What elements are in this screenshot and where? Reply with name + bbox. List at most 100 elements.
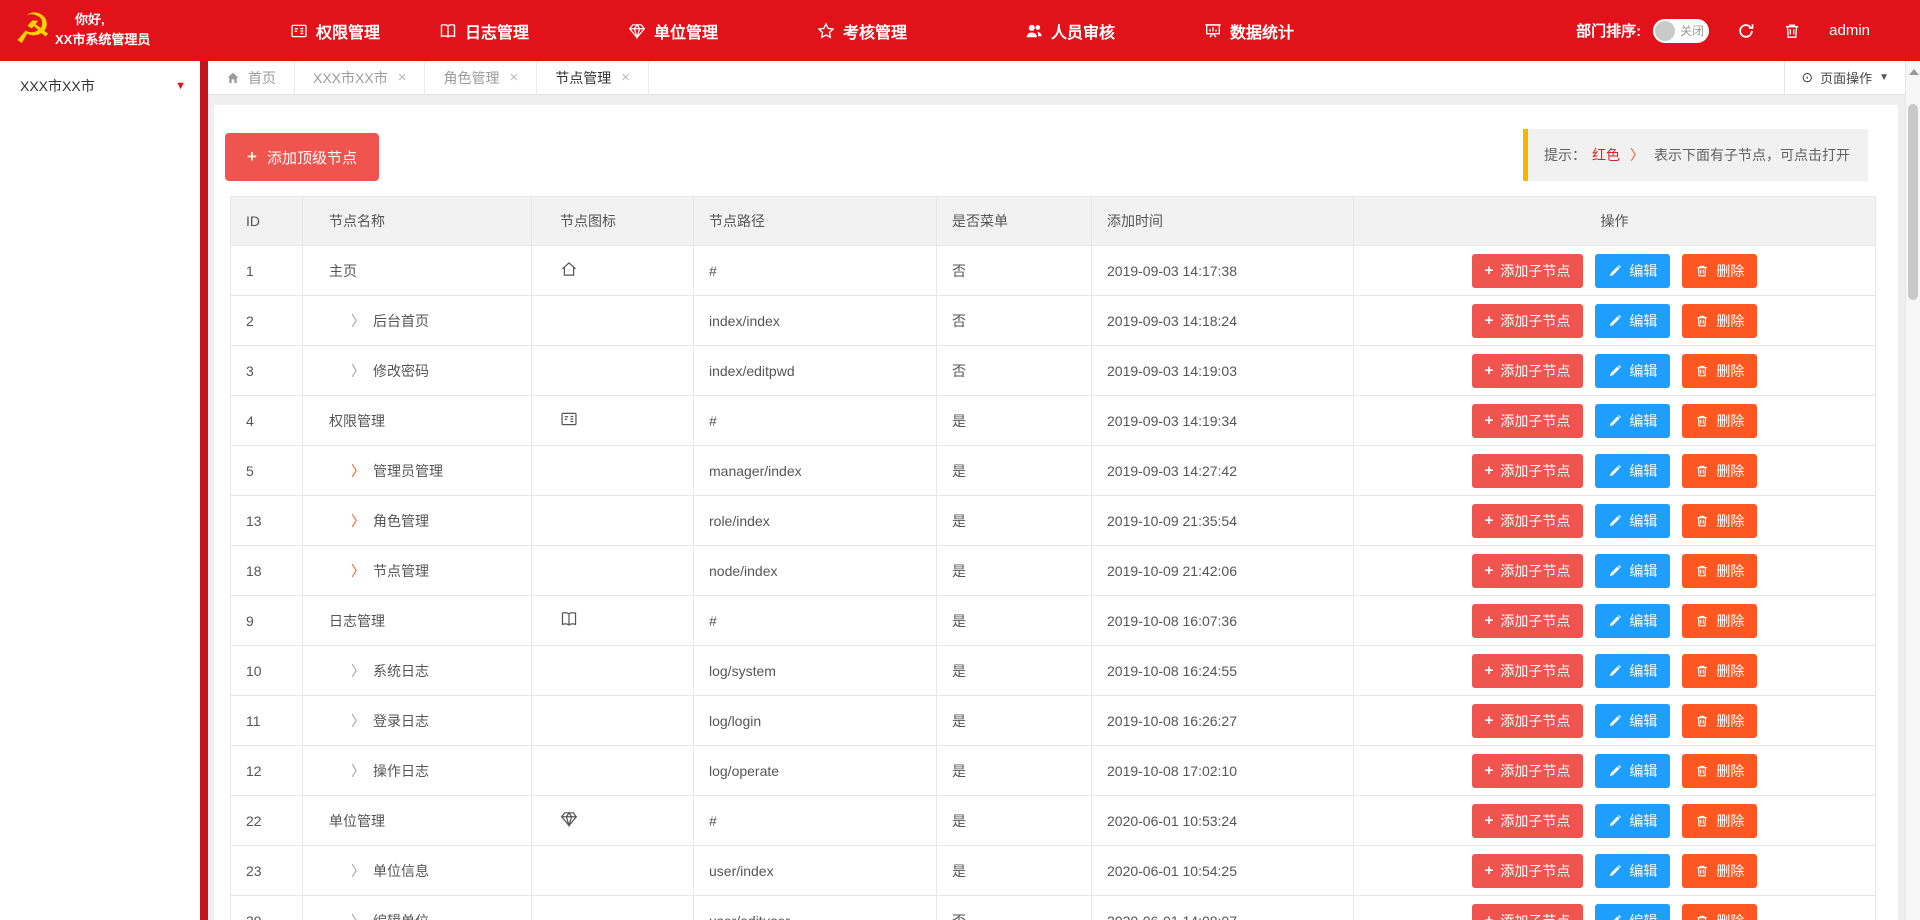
tab-label: 角色管理 bbox=[443, 68, 499, 88]
delete-button[interactable]: 删除 bbox=[1682, 254, 1757, 288]
add-child-node-button[interactable]: +添加子节点 bbox=[1472, 304, 1584, 338]
admin-user-menu[interactable]: admin bbox=[1829, 22, 1870, 39]
add-top-node-button[interactable]: + 添加顶级节点 bbox=[225, 133, 379, 181]
page-operations-label: 页面操作 bbox=[1820, 68, 1872, 87]
dept-sort-toggle[interactable]: 关闭 bbox=[1653, 19, 1709, 43]
delete-button[interactable]: 删除 bbox=[1682, 654, 1757, 688]
add-child-node-button[interactable]: +添加子节点 bbox=[1472, 754, 1584, 788]
table-row: 22 单位管理 # 是 2020-06-01 10:53:24 +添加子节点编辑… bbox=[231, 796, 1876, 846]
tab-0[interactable]: 首页 bbox=[208, 61, 295, 94]
vertical-scrollbar[interactable] bbox=[1905, 61, 1920, 920]
delete-button[interactable]: 删除 bbox=[1682, 554, 1757, 588]
edit-button[interactable]: 编辑 bbox=[1595, 704, 1670, 738]
add-child-node-button[interactable]: +添加子节点 bbox=[1472, 554, 1584, 588]
delete-button[interactable]: 删除 bbox=[1682, 454, 1757, 488]
add-child-node-button[interactable]: +添加子节点 bbox=[1472, 904, 1584, 920]
edit-button[interactable]: 编辑 bbox=[1595, 904, 1670, 920]
hint-highlight: 红色 bbox=[1592, 145, 1620, 165]
delete-button[interactable]: 删除 bbox=[1682, 404, 1757, 438]
delete-button[interactable]: 删除 bbox=[1682, 804, 1757, 838]
close-icon[interactable]: × bbox=[621, 69, 630, 86]
toggle-knob-icon bbox=[1655, 21, 1675, 41]
add-child-node-button[interactable]: +添加子节点 bbox=[1472, 254, 1584, 288]
nav-item-permission-card[interactable]: 权限管理 bbox=[290, 0, 380, 61]
sidebar-region-select[interactable]: XXX市XX市 ▼ bbox=[0, 61, 200, 111]
delete-button[interactable]: 删除 bbox=[1682, 754, 1757, 788]
tab-1[interactable]: XXX市XX市 × bbox=[295, 61, 425, 94]
delete-button[interactable]: 删除 bbox=[1682, 304, 1757, 338]
add-child-node-button[interactable]: +添加子节点 bbox=[1472, 454, 1584, 488]
expand-chevron-icon: 〉 bbox=[351, 313, 365, 329]
add-child-node-button[interactable]: +添加子节点 bbox=[1472, 804, 1584, 838]
nav-item-log-book[interactable]: 日志管理 bbox=[439, 0, 529, 61]
delete-trash-icon bbox=[1695, 814, 1709, 828]
topbar-right: 部门排序: 关闭 admin bbox=[1576, 0, 1870, 61]
edit-pencil-icon bbox=[1608, 364, 1622, 378]
edit-button[interactable]: 编辑 bbox=[1595, 254, 1670, 288]
node-name-cell[interactable]: 〉角色管理 bbox=[303, 496, 532, 546]
tab-2[interactable]: 角色管理 × bbox=[425, 61, 537, 94]
tab-label: XXX市XX市 bbox=[313, 68, 388, 88]
scroll-up-arrow-icon[interactable] bbox=[1909, 69, 1919, 75]
trash-icon[interactable] bbox=[1783, 22, 1801, 40]
add-child-node-button[interactable]: +添加子节点 bbox=[1472, 404, 1584, 438]
node-name-cell[interactable]: 〉系统日志 bbox=[303, 646, 532, 696]
plus-icon: + bbox=[1485, 462, 1494, 479]
edit-button[interactable]: 编辑 bbox=[1595, 304, 1670, 338]
nav-item-unit-diamond[interactable]: 单位管理 bbox=[628, 0, 718, 61]
add-child-node-button[interactable]: +添加子节点 bbox=[1472, 704, 1584, 738]
refresh-icon[interactable] bbox=[1737, 22, 1755, 40]
node-icon-cell bbox=[532, 546, 694, 596]
node-name-cell[interactable]: 〉后台首页 bbox=[303, 296, 532, 346]
expand-chevron-icon: 〉 bbox=[351, 763, 365, 779]
delete-button[interactable]: 删除 bbox=[1682, 704, 1757, 738]
delete-button[interactable]: 删除 bbox=[1682, 604, 1757, 638]
edit-button[interactable]: 编辑 bbox=[1595, 404, 1670, 438]
close-icon[interactable]: × bbox=[398, 69, 407, 86]
personnel-users-icon bbox=[1025, 22, 1043, 40]
delete-trash-icon bbox=[1695, 864, 1709, 878]
nav-item-personnel-users[interactable]: 人员审核 bbox=[1025, 0, 1115, 61]
diamond-icon bbox=[560, 810, 578, 828]
scrollbar-thumb[interactable] bbox=[1908, 104, 1918, 300]
edit-button[interactable]: 编辑 bbox=[1595, 554, 1670, 588]
add-child-node-button[interactable]: +添加子节点 bbox=[1472, 604, 1584, 638]
add-child-node-button[interactable]: +添加子节点 bbox=[1472, 504, 1584, 538]
edit-button[interactable]: 编辑 bbox=[1595, 804, 1670, 838]
edit-button[interactable]: 编辑 bbox=[1595, 354, 1670, 388]
node-name-cell[interactable]: 〉管理员管理 bbox=[303, 446, 532, 496]
edit-button[interactable]: 编辑 bbox=[1595, 604, 1670, 638]
node-icon-cell bbox=[532, 896, 694, 920]
table-row: 23 〉单位信息 user/index 是 2020-06-01 10:54:2… bbox=[231, 846, 1876, 896]
delete-trash-icon bbox=[1695, 714, 1709, 728]
tab-3[interactable]: 节点管理× bbox=[537, 61, 649, 94]
node-name-cell[interactable]: 〉登录日志 bbox=[303, 696, 532, 746]
delete-button[interactable]: 删除 bbox=[1682, 354, 1757, 388]
delete-trash-icon bbox=[1695, 564, 1709, 578]
nav-item-statistics-chart[interactable]: 数据统计 bbox=[1204, 0, 1294, 61]
add-child-node-button[interactable]: +添加子节点 bbox=[1472, 854, 1584, 888]
delete-button[interactable]: 删除 bbox=[1682, 504, 1757, 538]
actions-cell: +添加子节点编辑删除 bbox=[1354, 396, 1876, 446]
edit-button[interactable]: 编辑 bbox=[1595, 754, 1670, 788]
add-child-node-button[interactable]: +添加子节点 bbox=[1472, 654, 1584, 688]
caret-down-icon: ▼ bbox=[175, 80, 186, 92]
table-row: 10 〉系统日志 log/system 是 2019-10-08 16:24:5… bbox=[231, 646, 1876, 696]
edit-button[interactable]: 编辑 bbox=[1595, 654, 1670, 688]
plus-icon: + bbox=[1485, 612, 1494, 629]
edit-button[interactable]: 编辑 bbox=[1595, 504, 1670, 538]
node-name-cell[interactable]: 〉修改密码 bbox=[303, 346, 532, 396]
table-row: 39 〉编辑单位 user/edituser 否 2020-06-01 14:0… bbox=[231, 896, 1876, 920]
add-child-node-button[interactable]: +添加子节点 bbox=[1472, 354, 1584, 388]
node-name-cell[interactable]: 〉编辑单位 bbox=[303, 896, 532, 920]
delete-button[interactable]: 删除 bbox=[1682, 854, 1757, 888]
edit-button[interactable]: 编辑 bbox=[1595, 854, 1670, 888]
close-icon[interactable]: × bbox=[509, 69, 518, 86]
node-name-cell[interactable]: 〉操作日志 bbox=[303, 746, 532, 796]
nav-item-assessment-star[interactable]: 考核管理 bbox=[817, 0, 907, 61]
edit-button[interactable]: 编辑 bbox=[1595, 454, 1670, 488]
delete-button[interactable]: 删除 bbox=[1682, 904, 1757, 920]
node-name-cell[interactable]: 〉节点管理 bbox=[303, 546, 532, 596]
node-name-cell[interactable]: 〉单位信息 bbox=[303, 846, 532, 896]
page-operations-dropdown[interactable]: ⊙ 页面操作 ▼ bbox=[1784, 61, 1905, 94]
